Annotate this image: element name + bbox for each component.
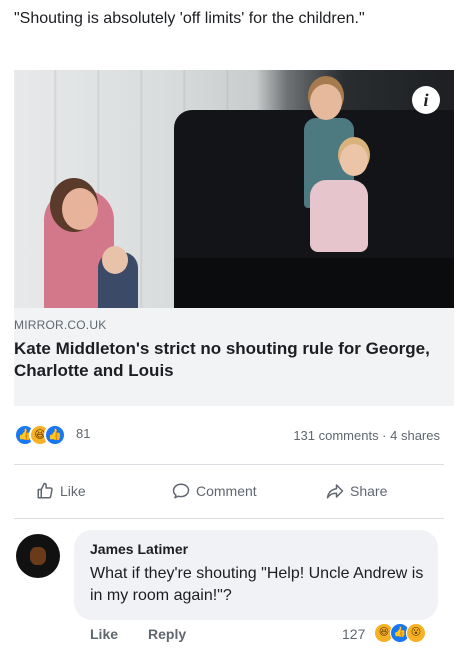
comment-button[interactable]: Comment: [172, 482, 257, 500]
comment-reactions[interactable]: 😆 👍 😮: [374, 623, 438, 643]
like-button[interactable]: Like: [36, 482, 86, 500]
divider-top: [14, 464, 444, 465]
avatar[interactable]: [16, 534, 60, 578]
reaction-count[interactable]: 81: [76, 426, 90, 441]
post-caption: "Shouting is absolutely 'off limits' for…: [14, 10, 365, 27]
wow-icon: 😮: [406, 623, 426, 643]
comment-button-label: Comment: [196, 483, 257, 499]
toddler-head: [102, 246, 128, 274]
wow-icon: 👍: [44, 424, 66, 446]
article-image[interactable]: i: [14, 70, 454, 308]
comments-shares-count[interactable]: 131 comments · 4 shares: [293, 428, 440, 443]
divider-bottom: [14, 518, 444, 519]
like-button-label: Like: [60, 483, 86, 499]
share-button-label: Share: [350, 483, 388, 499]
thumbs-up-icon: [37, 482, 53, 499]
link-source: MIRROR.CO.UK: [14, 318, 107, 332]
reactions-summary[interactable]: 👍 😆 👍 81 131 comments · 4 shares: [14, 424, 444, 446]
girl-head: [340, 144, 368, 176]
car-bumper: [174, 258, 454, 308]
link-headline[interactable]: Kate Middleton's strict no shouting rule…: [14, 338, 434, 382]
boy-head: [310, 84, 342, 120]
comment-reply-button[interactable]: Reply: [148, 626, 186, 642]
share-arrow-icon: [326, 484, 344, 499]
comment-reaction-count[interactable]: 127: [342, 626, 365, 642]
info-icon[interactable]: i: [412, 86, 440, 114]
comment-icon: [172, 483, 190, 499]
share-button[interactable]: Share: [326, 482, 387, 500]
woman-head: [62, 188, 98, 230]
comment-author[interactable]: James Latimer: [90, 541, 188, 557]
comment-text: What if they're shouting "Help! Uncle An…: [90, 565, 424, 604]
comment-like-button[interactable]: Like: [90, 626, 118, 642]
girl-figure: [310, 180, 368, 252]
